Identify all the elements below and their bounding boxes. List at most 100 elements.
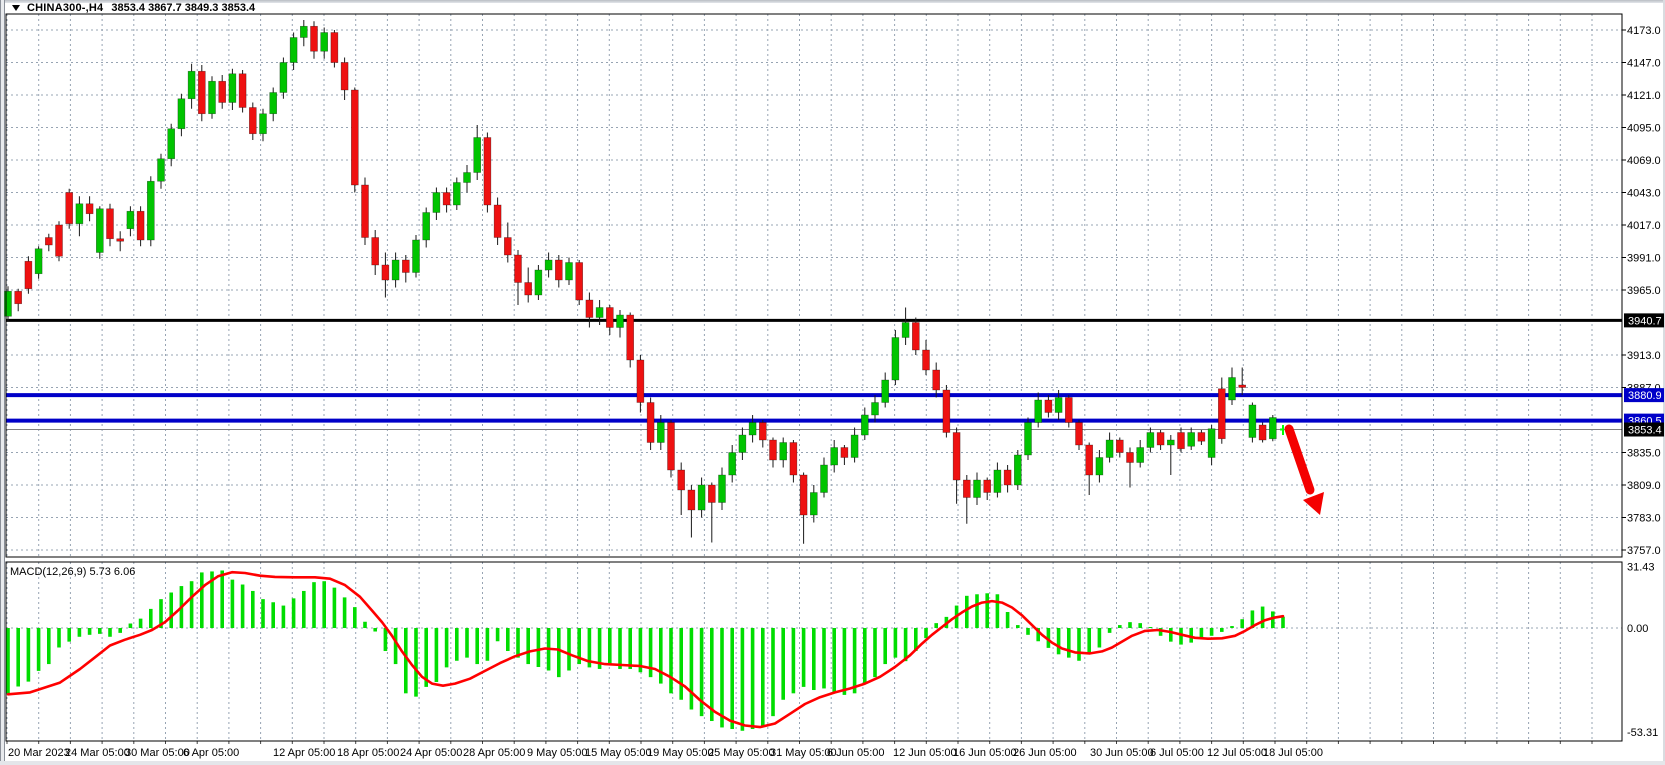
macd-histogram-bar: [1016, 625, 1020, 628]
candle-body: [311, 26, 318, 51]
macd-histogram-bar: [924, 628, 928, 638]
candle-body: [239, 74, 246, 108]
macd-histogram-bar: [271, 602, 275, 628]
macd-histogram-bar: [200, 572, 204, 628]
candle-body: [1147, 433, 1154, 448]
candle-body: [912, 323, 919, 351]
time-axis-label: 26 Jun 05:00: [1013, 747, 1077, 759]
candle-body: [810, 493, 817, 516]
candle-body: [1004, 470, 1011, 485]
macd-histogram-bar: [231, 580, 235, 628]
macd-histogram-bar: [741, 628, 745, 731]
candle-body: [209, 81, 216, 114]
candle-body: [1045, 400, 1052, 413]
candle-body: [484, 138, 491, 206]
candle-body: [780, 443, 787, 461]
candle-body: [1157, 433, 1164, 446]
macd-histogram-bar: [37, 628, 41, 671]
time-axis-label: 6 Apr 05:00: [183, 747, 239, 759]
chart-canvas[interactable]: 4173.04147.04121.04095.04069.04043.04017…: [0, 0, 1665, 765]
macd-histogram-bar: [384, 628, 388, 651]
macd-histogram-bar: [282, 606, 286, 628]
macd-histogram-bar: [190, 581, 194, 628]
macd-histogram-bar: [1067, 628, 1071, 658]
candle-body: [229, 74, 236, 103]
price-axis-label: 4069.0: [1627, 155, 1661, 167]
time-axis-label: 24 Mar 05:00: [65, 747, 130, 759]
macd-histogram-bar: [802, 628, 806, 687]
candle-body: [260, 114, 267, 134]
macd-histogram-bar: [1128, 622, 1132, 628]
candle-body: [729, 453, 736, 476]
candle-body: [566, 263, 573, 281]
candle-body: [525, 283, 532, 296]
macd-histogram-bar: [516, 628, 520, 658]
macd-histogram-bar: [16, 628, 20, 687]
macd-histogram-bar: [455, 628, 459, 661]
candle-body: [963, 480, 970, 498]
candle-body: [117, 239, 124, 242]
candle-body: [392, 260, 399, 280]
macd-histogram-bar: [435, 628, 439, 682]
macd-histogram-bar: [690, 628, 694, 710]
macd-histogram-bar: [659, 628, 663, 684]
candle-body: [1249, 405, 1256, 438]
macd-histogram-bar: [1169, 628, 1173, 642]
price-badge-label: 3940.7: [1628, 315, 1662, 327]
trend-arrow-head[interactable]: [1303, 492, 1324, 515]
price-axis-label: 4043.0: [1627, 188, 1661, 200]
candle-body: [790, 443, 797, 476]
time-axis-label: 24 Apr 05:00: [400, 747, 462, 759]
candle-body: [678, 470, 685, 490]
candle-body: [219, 81, 226, 102]
time-axis-label: 12 Jun 05:00: [893, 747, 957, 759]
time-axis-label: 30 Mar 05:00: [125, 747, 190, 759]
macd-histogram-bar: [27, 628, 31, 682]
price-axis-label: 4017.0: [1627, 220, 1661, 232]
candle-body: [464, 173, 471, 183]
candle-body: [443, 193, 450, 206]
candle-body: [1086, 445, 1093, 475]
candle-body: [953, 433, 960, 481]
macd-histogram-bar: [322, 581, 326, 628]
macd-histogram-bar: [261, 599, 265, 628]
time-axis-label: 6 Jun 05:00: [827, 747, 885, 759]
candle-body: [198, 71, 205, 114]
macd-histogram-bar: [292, 598, 296, 628]
macd-histogram-bar: [669, 628, 673, 693]
time-axis-label: 12 Jul 05:00: [1207, 747, 1267, 759]
candle-body: [576, 263, 583, 301]
candle-body: [45, 238, 52, 246]
macd-histogram-bar: [465, 628, 469, 658]
candle-body: [851, 435, 858, 458]
candle-body: [270, 93, 277, 114]
macd-histogram-bar: [353, 607, 357, 628]
candle-body: [35, 249, 42, 274]
macd-histogram-bar: [1077, 628, 1081, 661]
time-axis-label: 30 Jun 05:00: [1090, 747, 1154, 759]
candle-body: [647, 403, 654, 443]
candle-body: [535, 270, 542, 295]
candle-body: [923, 350, 930, 370]
price-badge-label: 3880.9: [1628, 390, 1662, 402]
candle-body: [494, 205, 501, 238]
candle-body: [1167, 440, 1174, 445]
macd-histogram-bar: [863, 628, 867, 684]
macd-histogram-bar: [618, 628, 622, 669]
macd-histogram-bar: [1261, 607, 1265, 628]
macd-histogram-bar: [1230, 626, 1234, 628]
time-axis-label: 28 Apr 05:00: [463, 747, 525, 759]
candle-body: [362, 185, 369, 238]
macd-histogram-bar: [1026, 628, 1030, 635]
candle-body: [15, 291, 22, 304]
candle-body: [739, 435, 746, 453]
candle-body: [178, 99, 185, 129]
candle-body: [321, 33, 328, 52]
price-badge-label: 3853.4: [1628, 425, 1662, 437]
candle-body: [974, 480, 981, 498]
macd-histogram-bar: [996, 594, 1000, 628]
macd-histogram-bar: [302, 591, 306, 628]
candle-body: [984, 480, 991, 493]
macd-histogram-bar: [720, 628, 724, 727]
macd-histogram-bar: [965, 596, 969, 628]
